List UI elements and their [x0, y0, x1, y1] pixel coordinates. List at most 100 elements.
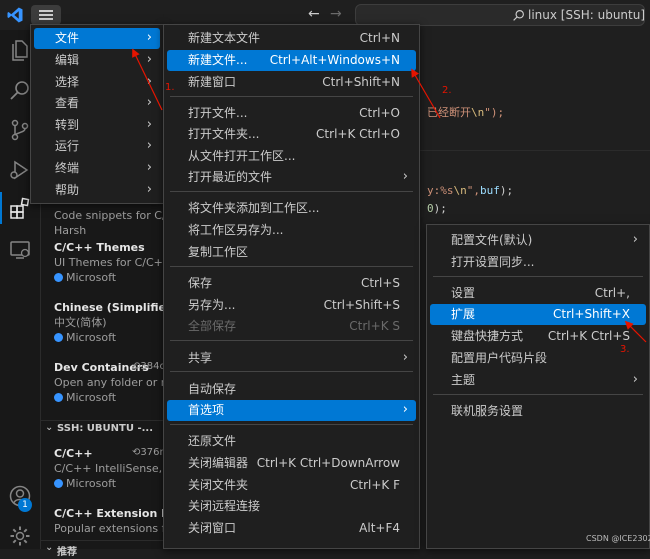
- verified-publisher-icon: [54, 273, 63, 282]
- manage-gear-icon[interactable]: [8, 524, 32, 548]
- file-menu-item-label: 关闭文件夹: [188, 478, 249, 492]
- extension-item[interactable]: C/C++ Extension Pack Popular extensions …: [54, 506, 169, 536]
- keyboard-shortcut: Alt+F4: [359, 521, 400, 535]
- preferences-menu-item-label: 配置文件(默认): [451, 233, 533, 247]
- extensions-icon[interactable]: [8, 196, 32, 220]
- file-menu-item[interactable]: 首选项 ›: [167, 400, 416, 421]
- main-menu: 文件 › 编辑 › 选择 › 查看 › 转到 › 运行 › 终端 › 帮助 ›: [30, 24, 164, 204]
- file-menu-item[interactable]: 关闭窗口 Alt+F4: [167, 518, 416, 539]
- source-control-icon[interactable]: [8, 118, 32, 142]
- chevron-right-icon: ›: [146, 117, 152, 132]
- preferences-menu-item[interactable]: 配置用户代码片段: [430, 348, 646, 369]
- section-header-ssh[interactable]: ⌄ SSH: UBUNTU -...: [41, 420, 165, 439]
- keyboard-shortcut: Ctrl+K S: [349, 319, 400, 333]
- main-menu-item[interactable]: 文件 ›: [34, 28, 160, 49]
- chevron-right-icon: ›: [402, 350, 408, 365]
- file-menu-item-label: 还原文件: [188, 434, 237, 448]
- file-menu-item-label: 新建文件...: [188, 53, 248, 67]
- chevron-right-icon: ›: [632, 232, 638, 247]
- vscode-logo-icon[interactable]: [6, 6, 24, 24]
- file-menu-item[interactable]: 打开文件夹... Ctrl+K Ctrl+O: [167, 124, 416, 145]
- main-menu-item-label: 运行: [55, 139, 80, 153]
- main-menu-item-label: 终端: [55, 161, 80, 175]
- extension-item[interactable]: Chinese (Simplified) ( 中文(简体) Microsoft: [54, 300, 169, 345]
- main-menu-item[interactable]: 查看 ›: [34, 93, 160, 114]
- file-menu-item[interactable]: 自动保存: [167, 379, 416, 400]
- run-debug-icon[interactable]: [8, 158, 32, 182]
- file-menu-item[interactable]: 新建窗口 Ctrl+Shift+N: [167, 72, 416, 93]
- annotation-step-1: 1.: [165, 82, 175, 93]
- file-menu-item[interactable]: 关闭文件夹 Ctrl+K F: [167, 475, 416, 496]
- preferences-menu: 配置文件(默认) › 打开设置同步... 设置 Ctrl+, 扩展 Ctrl+Shift+X…: [426, 224, 650, 549]
- file-menu-item[interactable]: 从文件打开工作区...: [167, 146, 416, 167]
- command-center-search[interactable]: linux [SSH: ubuntu]: [355, 4, 645, 26]
- main-menu-item-label: 帮助: [55, 183, 80, 197]
- keyboard-shortcut: Ctrl+Alt+Windows+N: [269, 53, 400, 67]
- menu-separator: [433, 276, 643, 277]
- preferences-menu-item[interactable]: 键盘快捷方式 Ctrl+K Ctrl+S: [430, 326, 646, 347]
- section-header-recommended[interactable]: ⌄ 推荐: [41, 540, 165, 559]
- file-menu-item-label: 共享: [188, 351, 213, 365]
- preferences-menu-item[interactable]: 配置文件(默认) ›: [430, 230, 646, 251]
- preferences-menu-item[interactable]: 主题 ›: [430, 370, 646, 391]
- chevron-right-icon: ›: [146, 74, 152, 89]
- main-menu-item[interactable]: 编辑 ›: [34, 50, 160, 71]
- preferences-menu-item[interactable]: 联机服务设置: [430, 401, 646, 422]
- search-icon[interactable]: [8, 78, 32, 102]
- extension-item[interactable]: Code snippets for C/C Harsh: [54, 208, 169, 238]
- file-menu-item[interactable]: 关闭编辑器 Ctrl+K Ctrl+DownArrow: [167, 453, 416, 474]
- file-menu-item[interactable]: 将工作区另存为...: [167, 220, 416, 241]
- download-count: ⟲376n: [132, 447, 166, 458]
- main-menu-item[interactable]: 选择 ›: [34, 72, 160, 93]
- file-menu-item[interactable]: 共享 ›: [167, 348, 416, 369]
- keyboard-shortcut: Ctrl+S: [360, 276, 400, 290]
- keyboard-shortcut: Ctrl+K F: [350, 478, 400, 492]
- verified-publisher-icon: [54, 479, 63, 488]
- main-menu-item[interactable]: 转到 ›: [34, 115, 160, 136]
- file-menu-item[interactable]: 另存为... Ctrl+Shift+S: [167, 295, 416, 316]
- keyboard-shortcut: Ctrl+O: [359, 106, 400, 120]
- file-menu-item[interactable]: 打开文件... Ctrl+O: [167, 103, 416, 124]
- main-menu-item[interactable]: 帮助 ›: [34, 180, 160, 201]
- preferences-menu-item-label: 键盘快捷方式: [451, 329, 524, 343]
- search-icon: [513, 10, 524, 21]
- go-back-icon[interactable]: ←: [308, 6, 320, 22]
- application-menu-button[interactable]: [31, 5, 61, 25]
- preferences-menu-item[interactable]: 设置 Ctrl+,: [430, 283, 646, 304]
- file-menu-item[interactable]: 将文件夹添加到工作区...: [167, 198, 416, 219]
- file-menu-item-label: 新建文本文件: [188, 31, 261, 45]
- main-menu-item-label: 查看: [55, 96, 80, 110]
- code-line: 0);: [427, 202, 447, 215]
- preferences-menu-item[interactable]: 打开设置同步...: [430, 252, 646, 273]
- file-menu-item-label: 全部保存: [188, 319, 237, 333]
- file-menu-item[interactable]: 关闭远程连接: [167, 496, 416, 517]
- watermark: CSDN @ICE2302: [586, 534, 650, 543]
- file-menu-item[interactable]: 复制工作区: [167, 242, 416, 263]
- extension-item[interactable]: C/C++ Themes UI Themes for C/C++ e Micro…: [54, 240, 169, 285]
- keyboard-shortcut: Ctrl+N: [359, 31, 400, 45]
- keyboard-shortcut: Ctrl+Shift+S: [323, 298, 400, 312]
- preferences-menu-item-label: 联机服务设置: [451, 404, 524, 418]
- keyboard-shortcut: Ctrl+K Ctrl+S: [547, 329, 630, 343]
- go-forward-icon[interactable]: →: [330, 6, 342, 22]
- account-badge: 1: [18, 498, 32, 512]
- preferences-menu-item-label: 扩展: [451, 307, 476, 321]
- file-menu-item[interactable]: 打开最近的文件 ›: [167, 167, 416, 188]
- file-menu-item-label: 复制工作区: [188, 245, 249, 259]
- menu-separator: [170, 96, 413, 97]
- file-menu-item-label: 自动保存: [188, 382, 237, 396]
- file-menu-item-label: 将文件夹添加到工作区...: [188, 201, 320, 215]
- chevron-right-icon: ›: [146, 182, 152, 197]
- file-menu-item[interactable]: 还原文件: [167, 431, 416, 452]
- file-menu-item-label: 打开文件夹...: [188, 127, 260, 141]
- explorer-icon[interactable]: [8, 38, 32, 62]
- preferences-menu-item[interactable]: 扩展 Ctrl+Shift+X: [430, 304, 646, 325]
- main-menu-item[interactable]: 终端 ›: [34, 158, 160, 179]
- file-menu-item[interactable]: 新建文件... Ctrl+Alt+Windows+N: [167, 50, 416, 71]
- file-menu-item[interactable]: 保存 Ctrl+S: [167, 273, 416, 294]
- preferences-menu-item-label: 打开设置同步...: [451, 255, 535, 269]
- file-menu-item[interactable]: 新建文本文件 Ctrl+N: [167, 28, 416, 49]
- remote-explorer-icon[interactable]: [8, 238, 32, 262]
- main-menu-item[interactable]: 运行 ›: [34, 136, 160, 157]
- annotation-step-2: 2.: [442, 85, 452, 96]
